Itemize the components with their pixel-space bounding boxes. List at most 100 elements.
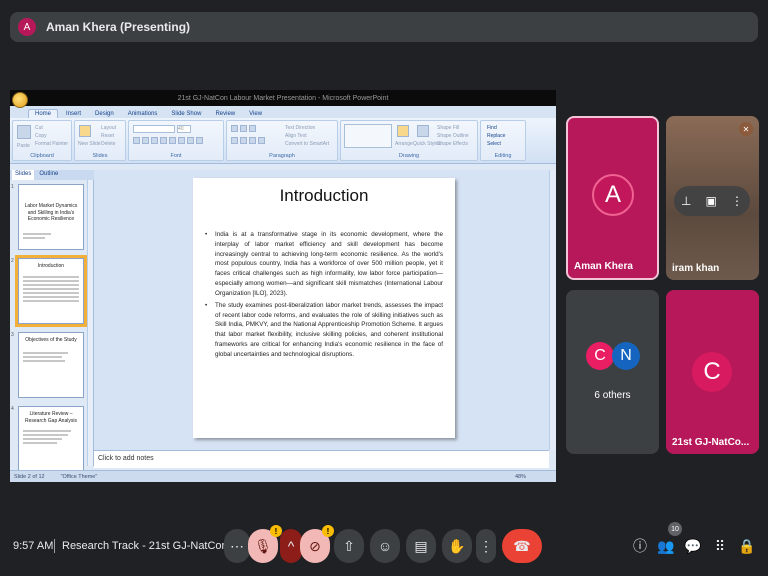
info-icon[interactable]: ⓘ <box>631 537 649 555</box>
mic-off-icon: 🎙 <box>254 537 272 554</box>
delete-button[interactable]: Delete <box>101 141 115 147</box>
new-slide-button[interactable]: New Slide <box>78 141 101 147</box>
tab-home[interactable]: Home <box>28 109 59 118</box>
numbering-icon[interactable] <box>240 125 247 132</box>
tab-review[interactable]: Review <box>209 110 241 118</box>
participant-avatar: C <box>692 352 732 392</box>
thumb-line <box>23 430 71 432</box>
shape-effects-button[interactable]: Shape Effects <box>437 141 468 147</box>
tab-animations[interactable]: Animations <box>122 110 164 118</box>
tab-view[interactable]: View <box>243 110 268 118</box>
present-screen-button[interactable]: ⇧ <box>334 529 364 563</box>
more-audio-options-button[interactable]: ⋯ <box>224 529 250 563</box>
reactions-button[interactable]: ☺ <box>370 529 400 563</box>
thumb-line <box>23 434 68 436</box>
tab-insert[interactable]: Insert <box>60 110 87 118</box>
zoom-level[interactable]: 48% <box>515 474 526 480</box>
thumb-line <box>23 442 57 444</box>
camera-button[interactable]: ⊘ ! <box>300 525 334 563</box>
align-right-icon[interactable] <box>249 137 256 144</box>
microphone-button[interactable]: 🎙 ! <box>248 525 282 563</box>
slide-title[interactable]: Introduction <box>205 186 443 206</box>
align-left-icon[interactable] <box>231 137 238 144</box>
present-icon: ⇧ <box>343 537 355 554</box>
spacing-icon[interactable] <box>178 137 185 144</box>
captions-button[interactable]: ▤ <box>406 529 436 563</box>
notes-pane[interactable]: Click to add notes <box>94 450 549 468</box>
others-label: 6 others <box>594 390 631 401</box>
shapes-gallery[interactable] <box>344 124 392 148</box>
justify-icon[interactable] <box>258 137 265 144</box>
font-color-icon[interactable] <box>196 137 203 144</box>
participant-tile-gj[interactable]: C 21st GJ-NatCo... <box>666 290 759 454</box>
hangup-icon: ☎ <box>513 537 531 554</box>
tab-outline[interactable]: Outline <box>36 170 61 180</box>
slide-thumbnail-4[interactable]: Literature Review – Research Gap Analysi… <box>18 406 84 472</box>
video-options-button[interactable]: ^ <box>280 529 302 563</box>
people-icon[interactable]: 👥 <box>657 537 675 555</box>
host-controls-icon[interactable]: 🔒 <box>738 537 756 555</box>
thumb-title: Labor Market Dynamics and Skilling in In… <box>24 203 78 222</box>
underline-icon[interactable] <box>151 137 158 144</box>
fullscreen-icon[interactable]: ▣ <box>706 194 717 208</box>
thumbnail-scrollbar[interactable] <box>87 180 93 466</box>
select-button[interactable]: Select <box>487 141 501 147</box>
align-text-button[interactable]: Align Text <box>285 133 307 139</box>
leave-call-button[interactable]: ☎ <box>502 529 542 563</box>
font-name-box[interactable] <box>133 125 175 133</box>
bullets-icon[interactable] <box>231 125 238 132</box>
text-direction-button[interactable]: Text Direction <box>285 125 315 131</box>
quick-styles-icon[interactable] <box>417 125 429 137</box>
office-button-icon[interactable] <box>12 92 28 108</box>
indent-icon[interactable] <box>249 125 256 132</box>
more-options-icon[interactable]: ⋮ <box>731 194 743 208</box>
strikethrough-icon[interactable] <box>160 137 167 144</box>
pin-icon[interactable]: ⊥ <box>681 194 691 208</box>
slide-thumbnail-2[interactable]: Introduction <box>15 255 87 327</box>
slide-thumbnail-1[interactable]: Labor Market Dynamics and Skilling in In… <box>18 184 84 250</box>
paste-icon[interactable] <box>17 125 31 139</box>
layout-button[interactable]: Layout <box>101 125 116 131</box>
editor-scrollbar[interactable] <box>549 170 556 450</box>
current-slide[interactable]: Introduction India is at a transformativ… <box>193 178 455 438</box>
participant-tile-iram[interactable]: ✕ ⊥ ▣ ⋮ iram khan <box>666 116 759 280</box>
format-painter-button[interactable]: Format Painter <box>35 141 68 147</box>
tab-slide-show[interactable]: Slide Show <box>165 110 207 118</box>
shape-fill-button[interactable]: Shape Fill <box>437 125 459 131</box>
copy-button[interactable]: Copy <box>35 133 47 139</box>
reset-button[interactable]: Reset <box>101 133 114 139</box>
replace-button[interactable]: Replace <box>487 133 505 139</box>
more-options-button[interactable]: ⋮ <box>476 529 496 563</box>
tab-design[interactable]: Design <box>89 110 120 118</box>
cut-button[interactable]: Cut <box>35 125 43 131</box>
slide-editor: Introduction India is at a transformativ… <box>94 170 556 450</box>
thumb-line <box>23 279 79 282</box>
align-center-icon[interactable] <box>240 137 247 144</box>
find-button[interactable]: Find <box>487 125 497 131</box>
chat-icon[interactable]: 💬 <box>684 537 702 555</box>
arrange-button[interactable]: Arrange <box>395 141 413 147</box>
bullet-2: The study examines post-liberalization l… <box>205 301 443 360</box>
italic-icon[interactable] <box>142 137 149 144</box>
new-slide-icon[interactable] <box>79 125 91 137</box>
activities-icon[interactable]: ⠿ <box>711 537 729 555</box>
bold-icon[interactable] <box>133 137 140 144</box>
shadow-icon[interactable] <box>169 137 176 144</box>
thumb-title: Introduction <box>37 263 65 269</box>
convert-smartart-button[interactable]: Convert to SmartArt <box>285 141 329 147</box>
drawing-group: Arrange Quick Styles Shape Fill Shape Ou… <box>340 120 478 161</box>
case-icon[interactable] <box>187 137 194 144</box>
slide-thumbnails: 1 Labor Market Dynamics and Skilling in … <box>10 180 94 472</box>
font-size-box[interactable]: 40 <box>177 125 191 133</box>
thumb-number: 1 <box>11 184 14 190</box>
arrange-icon[interactable] <box>397 125 409 137</box>
paste-button[interactable]: Paste <box>17 143 30 149</box>
slide-body[interactable]: India is at a transformative stage in it… <box>205 230 443 360</box>
shape-outline-button[interactable]: Shape Outline <box>437 133 469 139</box>
raise-hand-button[interactable]: ✋ <box>442 529 472 563</box>
participant-tile-others[interactable]: C N 6 others <box>566 290 659 454</box>
slide-thumbnail-3[interactable]: Objectives of the Study <box>18 332 84 398</box>
thumb-line <box>23 275 79 278</box>
tab-slides[interactable]: Slides <box>12 170 35 180</box>
participant-tile-aman[interactable]: A Aman Khera <box>566 116 659 280</box>
